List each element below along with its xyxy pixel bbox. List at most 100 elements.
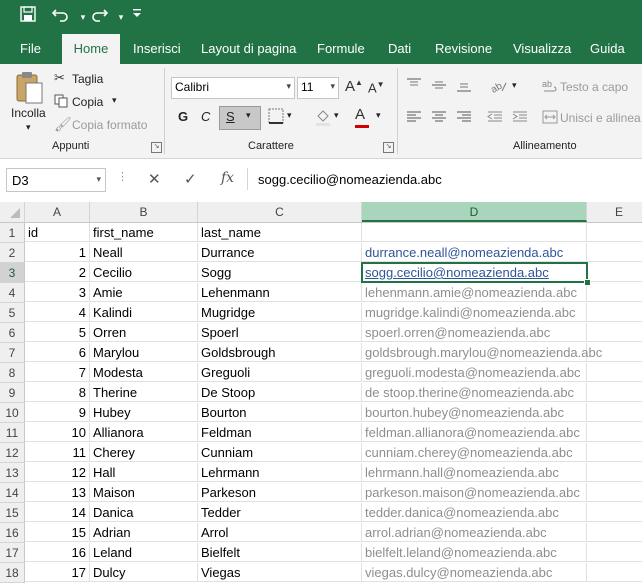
cell-b[interactable]: Therine [90, 383, 198, 402]
cell-d[interactable]: viegas.dulcy@nomeazienda.abc [362, 563, 587, 582]
cell-c[interactable]: Viegas [198, 563, 362, 582]
merge-center-icon[interactable] [542, 110, 558, 127]
cell-c[interactable]: Bielfelt [198, 543, 362, 562]
column-header-c[interactable]: C [198, 202, 362, 222]
cell-b[interactable]: Marylou [90, 343, 198, 362]
align-center-icon[interactable] [431, 110, 447, 126]
customize-qat-icon[interactable] [126, 6, 148, 28]
cell-c[interactable]: Goldsbrough [198, 343, 362, 362]
cell-a[interactable]: 14 [25, 503, 90, 522]
cell-b[interactable]: Cherey [90, 443, 198, 462]
cell-b[interactable]: Hall [90, 463, 198, 482]
cell-d[interactable]: de stoop.therine@nomeazienda.abc [362, 383, 587, 402]
cell-e[interactable] [587, 323, 642, 342]
increase-font-icon[interactable]: A▲ [345, 78, 363, 95]
cell-e[interactable] [587, 243, 642, 262]
insert-function-icon[interactable]: fx [221, 170, 234, 186]
column-header-a[interactable]: A [25, 202, 90, 222]
cell-b[interactable]: Dulcy [90, 563, 198, 582]
row-header[interactable]: 18 [0, 563, 25, 583]
increase-indent-icon[interactable] [512, 110, 528, 126]
row-header[interactable]: 9 [0, 383, 25, 403]
align-bottom-icon[interactable] [456, 78, 472, 95]
merge-center-button[interactable]: Unisci e allinea [560, 111, 641, 125]
cell-e[interactable] [587, 263, 642, 282]
cell-a[interactable]: 10 [25, 423, 90, 442]
cell-c[interactable]: Lehenmann [198, 283, 362, 302]
row-header[interactable]: 14 [0, 483, 25, 503]
cell-c[interactable]: Sogg [198, 263, 362, 282]
formula-input[interactable]: sogg.cecilio@nomeazienda.abc [247, 168, 642, 190]
cell-a[interactable]: 13 [25, 483, 90, 502]
tab-dati[interactable]: Dati [380, 34, 419, 64]
cell-c[interactable]: Lehrmann [198, 463, 362, 482]
select-all-corner[interactable] [0, 202, 25, 222]
name-box[interactable]: D3 ▾ [6, 168, 106, 192]
copy-icon[interactable] [54, 94, 68, 111]
cell-a[interactable]: 3 [25, 283, 90, 302]
cell-b[interactable]: first_name [90, 223, 198, 242]
cell-b[interactable]: Neall [90, 243, 198, 262]
cell-a[interactable]: 1 [25, 243, 90, 262]
cell-c[interactable]: Spoerl [198, 323, 362, 342]
row-header[interactable]: 1 [0, 223, 25, 243]
tab-guida[interactable]: Guida [582, 34, 633, 64]
cell-d[interactable] [362, 223, 587, 242]
cell-d[interactable]: lehrmann.hall@nomeazienda.abc [362, 463, 587, 482]
font-launcher-icon[interactable]: ↘ [383, 142, 394, 153]
copy-dropdown-icon[interactable]: ▾ [112, 95, 117, 106]
cell-d[interactable]: tedder.danica@nomeazienda.abc [362, 503, 587, 522]
cell-b[interactable]: Cecilio [90, 263, 198, 282]
cell-b[interactable]: Kalindi [90, 303, 198, 322]
cell-e[interactable] [587, 363, 642, 382]
orientation-icon[interactable]: ab [489, 78, 508, 97]
row-header[interactable]: 12 [0, 443, 25, 463]
align-left-icon[interactable] [406, 110, 422, 126]
row-header[interactable]: 16 [0, 523, 25, 543]
row-header[interactable]: 4 [0, 283, 25, 303]
paste-dropdown-icon[interactable]: ▾ [26, 122, 31, 133]
orientation-dropdown-icon[interactable]: ▾ [512, 80, 517, 91]
cell-e[interactable] [587, 523, 642, 542]
cell-b[interactable]: Maison [90, 483, 198, 502]
row-header[interactable]: 17 [0, 543, 25, 563]
cell-d[interactable]: bielfelt.leland@nomeazienda.abc [362, 543, 587, 562]
cell-e[interactable] [587, 423, 642, 442]
font-color-icon[interactable]: A [355, 106, 369, 128]
cell-e[interactable] [587, 383, 642, 402]
cell-e[interactable] [587, 483, 642, 502]
italic-button[interactable]: C [201, 109, 210, 124]
cell-d[interactable]: bourton.hubey@nomeazienda.abc [362, 403, 587, 422]
cell-b[interactable]: Leland [90, 543, 198, 562]
fill-color-dropdown-icon[interactable]: ▾ [334, 110, 339, 121]
cell-d[interactable]: cunniam.cherey@nomeazienda.abc [362, 443, 587, 462]
cell-e[interactable] [587, 563, 642, 582]
cell-c[interactable]: last_name [198, 223, 362, 242]
cell-c[interactable]: Feldman [198, 423, 362, 442]
borders-dropdown-icon[interactable]: ▾ [287, 110, 292, 121]
cell-a[interactable]: 2 [25, 263, 90, 282]
row-header[interactable]: 11 [0, 423, 25, 443]
wrap-text-button[interactable]: Testo a capo [560, 80, 628, 94]
tab-inserisci[interactable]: Inserisci [125, 34, 189, 64]
cell-d[interactable]: parkeson.maison@nomeazienda.abc [362, 483, 587, 502]
cell-e[interactable] [587, 543, 642, 562]
cell-b[interactable]: Allianora [90, 423, 198, 442]
format-painter-button[interactable]: Copia formato [72, 118, 147, 132]
cell-b[interactable]: Orren [90, 323, 198, 342]
cell-d[interactable]: mugridge.kalindi@nomeazienda.abc [362, 303, 587, 322]
tab-file[interactable]: File [12, 34, 49, 64]
cell-a[interactable]: 4 [25, 303, 90, 322]
row-header[interactable]: 2 [0, 243, 25, 263]
save-icon[interactable] [17, 6, 39, 28]
cell-c[interactable]: Parkeson [198, 483, 362, 502]
cell-d[interactable]: spoerl.orren@nomeazienda.abc [362, 323, 587, 342]
cell-a[interactable]: 12 [25, 463, 90, 482]
tab-home[interactable]: Home [62, 34, 120, 64]
cell-b[interactable]: Adrian [90, 523, 198, 542]
tab-visualizza[interactable]: Visualizza [505, 34, 579, 64]
column-header-d[interactable]: D [362, 202, 587, 222]
cell-c[interactable]: Tedder [198, 503, 362, 522]
cell-d[interactable]: sogg.cecilio@nomeazienda.abc [362, 263, 587, 282]
row-header[interactable]: 10 [0, 403, 25, 423]
